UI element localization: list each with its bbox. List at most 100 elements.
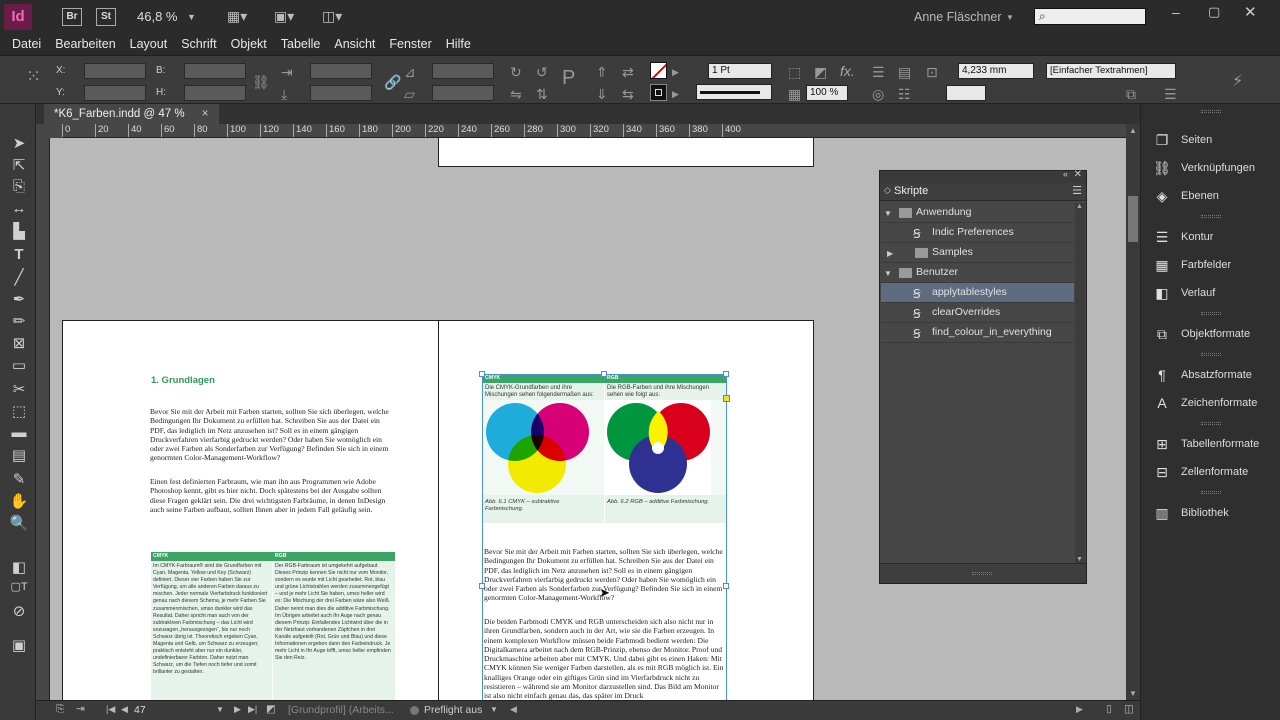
scroll-thumb[interactable] xyxy=(1128,196,1138,242)
stroke-weight-field[interactable]: 1 Pt xyxy=(708,63,772,79)
opacity-icon[interactable]: ▦ xyxy=(788,86,801,102)
page-tool-icon[interactable]: ⎘ xyxy=(9,178,29,195)
type-tool-icon[interactable]: T xyxy=(9,246,29,263)
view-options-icon[interactable]: ▦▾ xyxy=(227,8,247,25)
page-view-icon[interactable]: ⇥ xyxy=(76,703,85,715)
collapse-triangle-icon[interactable]: ▶ xyxy=(887,244,893,263)
first-page-icon[interactable]: |◀ xyxy=(106,704,115,715)
close-window-icon[interactable]: ✕ xyxy=(1244,3,1257,21)
left-page[interactable]: 1. Grundlagen Bevor Sie mit der Arbeit m… xyxy=(62,320,439,700)
rotation-field[interactable] xyxy=(432,63,494,79)
script-item-applytablestyles[interactable]: Ꞩ applytablestyles xyxy=(881,283,1074,303)
pen-tool-icon[interactable]: ✒ xyxy=(9,290,29,308)
panel-seiten[interactable]: ❐ Seiten xyxy=(1141,127,1280,153)
corner-shape-dropdown[interactable] xyxy=(946,85,986,101)
zoom-dropdown-icon[interactable]: ▼ xyxy=(187,12,196,22)
script-folder-benutzer[interactable]: ▼ Benutzer xyxy=(881,263,1074,283)
panel-verlauf[interactable]: ◧ Verlauf xyxy=(1141,280,1280,306)
vertical-ruler[interactable] xyxy=(36,138,50,700)
align-icon[interactable]: ☷ xyxy=(898,86,911,102)
page-number[interactable]: 47 xyxy=(134,704,146,716)
gap-tool-icon[interactable]: ↔ xyxy=(9,200,29,217)
frame-corner-handle[interactable] xyxy=(723,395,730,402)
frame-handle[interactable] xyxy=(723,371,729,377)
menu-fenster[interactable]: Fenster xyxy=(382,34,438,54)
columns-icon[interactable]: ◎ xyxy=(872,86,884,102)
selection-tool-icon[interactable]: ➤ xyxy=(9,134,29,152)
apply-none-icon[interactable]: ⊘ xyxy=(9,602,29,620)
close-tab-icon[interactable]: × xyxy=(202,108,209,120)
fill-dropdown-icon[interactable]: ▶ xyxy=(672,64,679,80)
scroll-left-icon[interactable]: ◀ xyxy=(510,704,517,715)
content-collector-icon[interactable]: ▙ xyxy=(9,222,29,240)
previous-page-icon[interactable]: ◀ xyxy=(121,704,128,715)
bridge-button[interactable]: Br xyxy=(62,8,82,26)
panel-absatzformate[interactable]: ¶ Absatzformate xyxy=(1141,362,1280,388)
fill-none-swatch[interactable] xyxy=(650,62,667,79)
x-position-field[interactable] xyxy=(84,63,146,79)
scroll-up-icon[interactable]: ▲ xyxy=(1076,203,1083,210)
collapse-panel-icon[interactable]: « xyxy=(1063,169,1068,179)
link-icon[interactable]: 🔗 xyxy=(384,74,401,90)
previous-page[interactable] xyxy=(438,138,814,167)
panel-farbfelder[interactable]: ▦ Farbfelder xyxy=(1141,252,1280,278)
dock-grip[interactable] xyxy=(1201,110,1221,113)
document-icon[interactable]: ◩ xyxy=(266,703,276,715)
opacity-field[interactable]: 100 % xyxy=(806,85,848,101)
scale-y-field[interactable] xyxy=(310,85,372,101)
quick-apply-icon[interactable]: ⚡ xyxy=(1232,74,1243,90)
select-content-icon[interactable]: ⇓ xyxy=(596,86,608,102)
user-dropdown-icon[interactable]: ▼ xyxy=(1006,13,1014,22)
menu-layout[interactable]: Layout xyxy=(123,34,175,54)
select-previous-icon[interactable]: ⇄ xyxy=(622,64,634,80)
size-field[interactable]: 4,233 mm xyxy=(958,63,1034,79)
scroll-down-icon[interactable]: ▼ xyxy=(1076,556,1083,563)
menu-tabelle[interactable]: Tabelle xyxy=(274,34,328,54)
panel-zeichenformate[interactable]: A Zeichenformate xyxy=(1141,390,1280,416)
select-next-icon[interactable]: ⇆ xyxy=(622,86,634,102)
panel-objektformate[interactable]: ⧉ Objektformate xyxy=(1141,321,1280,347)
text-wrap-icon[interactable]: ☰ xyxy=(872,64,885,80)
preflight-dropdown-icon[interactable]: ▼ xyxy=(490,705,498,714)
document-tab[interactable]: *K6_Farben.indd @ 47 % × xyxy=(44,104,219,124)
frame-handle[interactable] xyxy=(479,371,485,377)
zoom-tool-icon[interactable]: 🔍 xyxy=(9,514,29,532)
script-item-indic-preferences[interactable]: Ꞩ Indic Preferences xyxy=(881,223,1074,243)
maximize-icon[interactable]: ▢ xyxy=(1208,4,1220,20)
expand-triangle-icon[interactable]: ▼ xyxy=(884,264,892,283)
rectangle-frame-tool-icon[interactable]: ⊠ xyxy=(9,334,29,352)
effects-icon[interactable]: fx. xyxy=(840,63,855,79)
color-profile[interactable]: [Grundprofil] (Arbeits... xyxy=(288,704,394,716)
note-tool-icon[interactable]: ▤ xyxy=(9,446,29,464)
left-color-table[interactable]: CMYK RGB Im CMYK-Farbraum® sind die Grun… xyxy=(151,552,395,700)
menu-datei[interactable]: Datei xyxy=(5,34,48,54)
shear-icon[interactable]: ▱ xyxy=(404,86,415,102)
free-transform-tool-icon[interactable]: ⬚ xyxy=(9,402,29,420)
minimize-icon[interactable]: – xyxy=(1172,4,1180,20)
panel-zellenformate[interactable]: ⊟ Zellenformate xyxy=(1141,459,1280,485)
menu-hilfe[interactable]: Hilfe xyxy=(439,34,478,54)
panel-menu-icon[interactable]: ☰ xyxy=(1072,184,1082,197)
control-menu-icon[interactable]: ☰ xyxy=(1164,86,1177,102)
frame-fit-icon[interactable]: ⬚ xyxy=(788,64,801,80)
drop-shadow-icon[interactable]: ◩ xyxy=(814,64,827,80)
menu-bearbeiten[interactable]: Bearbeiten xyxy=(48,34,122,54)
y-position-field[interactable] xyxy=(84,85,146,101)
scale-x-field[interactable] xyxy=(310,63,372,79)
scripts-scrollbar[interactable]: ▲ ▼ xyxy=(1075,203,1085,563)
p-icon[interactable]: P xyxy=(562,68,575,88)
scale-y-icon[interactable]: ⤓ xyxy=(281,86,287,102)
single-page-icon[interactable]: ▯ xyxy=(1106,703,1112,715)
menu-objekt[interactable]: Objekt xyxy=(224,34,274,54)
user-name[interactable]: Anne Fläschner xyxy=(914,10,1002,24)
wrap-around-icon[interactable]: ▤ xyxy=(898,64,911,80)
script-folder-anwendung[interactable]: ▼ Anwendung xyxy=(881,203,1074,223)
script-folder-samples[interactable]: ▶ Samples xyxy=(881,243,1074,263)
script-item-find-colour[interactable]: Ꞩ find_colour_in_everything xyxy=(881,323,1074,343)
panel-verknuepfungen[interactable]: ⛓ Verknüpfungen xyxy=(1141,155,1280,181)
frame-size-icon[interactable]: ⊡ xyxy=(926,64,938,80)
menu-schrift[interactable]: Schrift xyxy=(174,34,223,54)
script-item-clearoverrides[interactable]: Ꞩ clearOverrides xyxy=(881,303,1074,323)
screen-mode-icon[interactable]: ▣▾ xyxy=(274,8,294,25)
stroke-dropdown-icon[interactable]: ▶ xyxy=(672,86,679,102)
